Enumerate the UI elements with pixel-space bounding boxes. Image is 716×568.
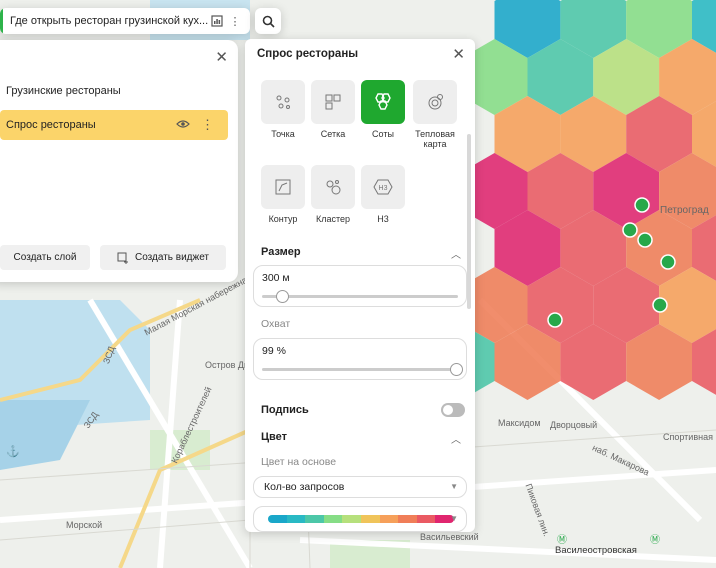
svg-text:H3: H3 (379, 185, 388, 192)
map-label-street: Васильевский (420, 532, 479, 542)
caption-toggle[interactable] (441, 403, 465, 417)
create-widget-button[interactable]: Создать виджет (100, 245, 226, 270)
search-icon (262, 15, 275, 28)
restaurant-pin-icon[interactable] (660, 254, 676, 270)
size-slider-handle[interactable] (275, 290, 289, 303)
restaurant-pin-icon[interactable] (637, 232, 653, 248)
panel-title: Спрос рестораны (257, 48, 359, 60)
dots-icon (276, 95, 290, 109)
anchor-icon: ⚓ (6, 446, 20, 458)
caption-label: Подпись (261, 404, 309, 416)
hexagon-icon (375, 93, 391, 110)
chevron-down-icon: ▼ (450, 482, 458, 491)
color-ramp-stop (323, 515, 343, 523)
cluster-icon (326, 180, 341, 195)
close-icon[interactable]: ✕ (215, 48, 228, 66)
color-based-on-label: Цвет на основе (261, 456, 337, 468)
map-label-place: Максидом (498, 418, 541, 428)
add-widget-icon (117, 252, 128, 264)
coverage-slider-field[interactable]: 99 % (253, 338, 467, 380)
color-ramp-stop (286, 515, 306, 523)
more-vertical-icon[interactable]: ⋮ (201, 117, 214, 133)
size-slider-track[interactable] (262, 290, 458, 303)
layer-label: Спрос рестораны (6, 119, 96, 131)
eye-icon[interactable] (176, 119, 190, 129)
restaurant-pin-icon[interactable] (622, 222, 638, 238)
viz-type-label: Соты (372, 129, 394, 139)
layer-item-georgian-restaurants[interactable]: Грузинские рестораны (0, 76, 228, 106)
viz-type-grid[interactable] (311, 80, 355, 124)
map-label-street: Морской (66, 520, 103, 530)
size-slider-field[interactable]: 300 м (253, 265, 467, 307)
color-based-on-select[interactable]: Кол-во запросов ▼ (253, 476, 467, 498)
map-label-place: Петроград (660, 205, 709, 216)
create-layer-button[interactable]: Создать слой (0, 245, 90, 270)
viz-type-contour[interactable] (261, 165, 305, 209)
restaurant-pin-icon[interactable] (652, 297, 668, 313)
restaurant-pin-icon[interactable] (634, 197, 650, 213)
chevron-up-icon[interactable]: ︿ (451, 246, 461, 261)
viz-type-heatmap[interactable] (413, 80, 457, 124)
layer-item-restaurant-demand[interactable]: Спрос рестораны ⋮ (0, 110, 228, 140)
close-icon[interactable]: ✕ (452, 45, 465, 63)
map-label-place: Спортивная (663, 432, 713, 442)
metro-station-label: Василеостровская (555, 545, 637, 556)
viz-type-hexagon[interactable] (361, 80, 405, 124)
color-section-title: Цвет (261, 431, 288, 443)
color-ramp-stop (268, 515, 287, 523)
restaurant-pin-icon[interactable] (547, 312, 563, 328)
viz-type-point[interactable] (261, 80, 305, 124)
search-bar[interactable]: Где открыть ресторан грузинской кух... ⋮ (0, 8, 250, 34)
create-widget-label: Создать виджет (134, 252, 209, 263)
coverage-value: 99 % (262, 345, 286, 357)
viz-type-label: Н3 (377, 214, 389, 224)
h3-icon: H3 (373, 179, 393, 195)
size-value: 300 м (262, 272, 290, 284)
color-ramp-stop (342, 515, 361, 523)
color-palette-select[interactable]: ▼ (253, 506, 467, 532)
create-layer-label: Создать слой (13, 252, 77, 263)
chevron-down-icon: ▼ (450, 514, 458, 523)
layer-label: Грузинские рестораны (6, 85, 121, 97)
heatmap-icon (428, 94, 443, 110)
panel-scrollbar[interactable] (467, 134, 471, 309)
search-button[interactable] (255, 8, 281, 34)
layers-panel: ✕ Грузинские рестораны Спрос рестораны ⋮… (0, 40, 238, 282)
size-section-title: Размер (261, 246, 301, 258)
more-vertical-icon[interactable]: ⋮ (226, 12, 244, 30)
color-ramp-stop (398, 515, 417, 523)
grid-icon (325, 94, 341, 110)
chevron-up-icon[interactable]: ︿ (451, 431, 461, 446)
color-ramp (268, 515, 454, 523)
layer-settings-panel: Спрос рестораны ✕ Точка Сетка Соты Тепло… (245, 39, 475, 532)
color-ramp-stop (416, 515, 436, 523)
chart-icon[interactable] (208, 12, 226, 30)
color-ramp-stop (379, 515, 399, 523)
map-label-street: Дворцовый (550, 420, 598, 430)
viz-type-cluster[interactable] (311, 165, 355, 209)
coverage-slider-track[interactable] (262, 363, 464, 376)
coverage-label: Охват (261, 318, 291, 330)
select-value: Кол-во запросов (264, 481, 345, 493)
metro-icon: Ⓜ (557, 535, 567, 546)
coverage-slider-handle[interactable] (450, 363, 464, 376)
metro-icon: Ⓜ (650, 535, 660, 546)
color-ramp-stop (360, 515, 380, 523)
contour-icon (275, 179, 291, 195)
viz-type-label: Тепловая карта (415, 129, 455, 149)
viz-type-h3[interactable]: H3 (361, 165, 405, 209)
color-ramp-stop (305, 515, 324, 523)
search-query[interactable]: Где открыть ресторан грузинской кух... (3, 15, 208, 27)
